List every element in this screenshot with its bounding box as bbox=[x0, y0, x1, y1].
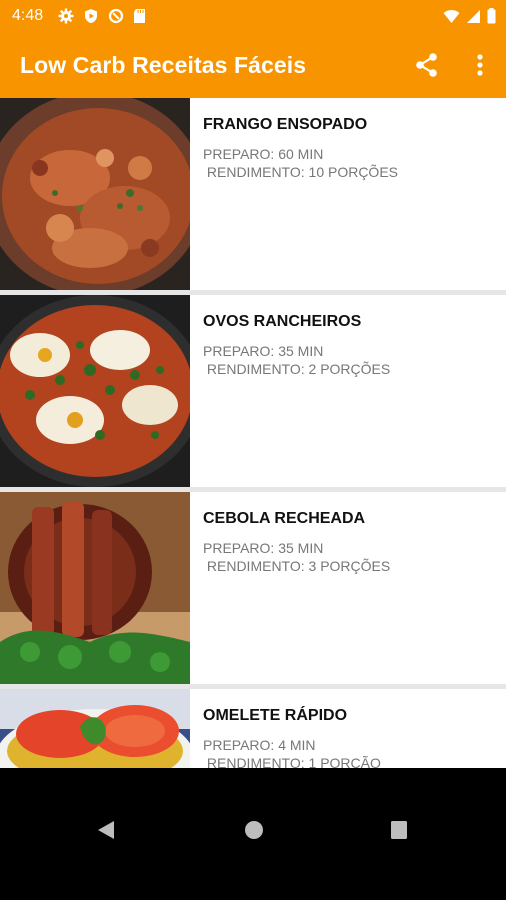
recipe-prep-time: PREPARO: 4 MIN bbox=[203, 737, 316, 753]
recipe-photo-omelete-rapido bbox=[0, 689, 195, 768]
play-protect-icon bbox=[83, 8, 99, 29]
back-icon[interactable] bbox=[97, 820, 115, 845]
recipe-yield: RENDIMENTO: 2 PORÇÕES bbox=[203, 361, 391, 377]
recipe-name: FRANGO ENSOPADO bbox=[203, 116, 368, 133]
recipe-meta: PREPARO: 35 MIN RENDIMENTO: 3 PORÇÕES bbox=[203, 539, 390, 575]
recipe-prep-time: PREPARO: 35 MIN bbox=[203, 540, 324, 556]
recipe-photo-cebola-recheada bbox=[0, 492, 190, 684]
recipe-photo-frango-ensopado bbox=[0, 98, 205, 296]
recipe-photo-ovos-rancheiros bbox=[0, 295, 203, 487]
data-saver-icon bbox=[108, 8, 124, 29]
settings-icon bbox=[58, 8, 74, 29]
recipe-name: CEBOLA RECHEADA bbox=[203, 510, 366, 527]
cell-signal-icon bbox=[466, 9, 481, 29]
recipe-card-omelete-rapido[interactable]: OMELETE RÁPIDO PREPARO: 4 MIN RENDIMENTO… bbox=[0, 689, 506, 768]
recipe-list[interactable]: FRANGO ENSOPADO PREPARO: 60 MIN RENDIMEN… bbox=[0, 98, 506, 768]
recipe-card-ovos-rancheiros[interactable]: OVOS RANCHEIROS PREPARO: 35 MIN RENDIMEN… bbox=[0, 295, 506, 487]
status-time: 4:48 bbox=[12, 7, 44, 24]
recipe-prep-time: PREPARO: 35 MIN bbox=[203, 343, 324, 359]
recipe-prep-time: PREPARO: 60 MIN bbox=[203, 146, 324, 162]
recipe-meta: PREPARO: 4 MIN RENDIMENTO: 1 PORÇÃO bbox=[203, 736, 381, 768]
share-icon[interactable] bbox=[414, 52, 440, 78]
recents-icon[interactable] bbox=[390, 820, 408, 845]
battery-icon bbox=[487, 8, 496, 29]
recipe-meta: PREPARO: 60 MIN RENDIMENTO: 10 PORÇÕES bbox=[203, 145, 398, 181]
recipe-yield: RENDIMENTO: 1 PORÇÃO bbox=[203, 755, 381, 768]
system-nav-bar bbox=[0, 768, 506, 900]
wifi-icon bbox=[443, 9, 460, 29]
recipe-name: OVOS RANCHEIROS bbox=[203, 313, 362, 330]
home-icon[interactable] bbox=[244, 820, 264, 845]
recipe-card-cebola-recheada[interactable]: CEBOLA RECHEADA PREPARO: 35 MIN RENDIMEN… bbox=[0, 492, 506, 684]
recipe-yield: RENDIMENTO: 3 PORÇÕES bbox=[203, 558, 391, 574]
recipe-yield: RENDIMENTO: 10 PORÇÕES bbox=[203, 164, 399, 180]
recipe-card-frango-ensopado[interactable]: FRANGO ENSOPADO PREPARO: 60 MIN RENDIMEN… bbox=[0, 98, 506, 296]
more-vert-icon[interactable] bbox=[470, 52, 490, 78]
app-title: Low Carb Receitas Fáceis bbox=[20, 52, 307, 78]
recipe-meta: PREPARO: 35 MIN RENDIMENTO: 2 PORÇÕES bbox=[203, 342, 390, 378]
app-bar: Low Carb Receitas Fáceis bbox=[0, 32, 506, 98]
recipe-name: OMELETE RÁPIDO bbox=[203, 707, 348, 724]
sd-card-icon bbox=[133, 8, 146, 29]
status-bar: 4:48 bbox=[0, 0, 506, 32]
